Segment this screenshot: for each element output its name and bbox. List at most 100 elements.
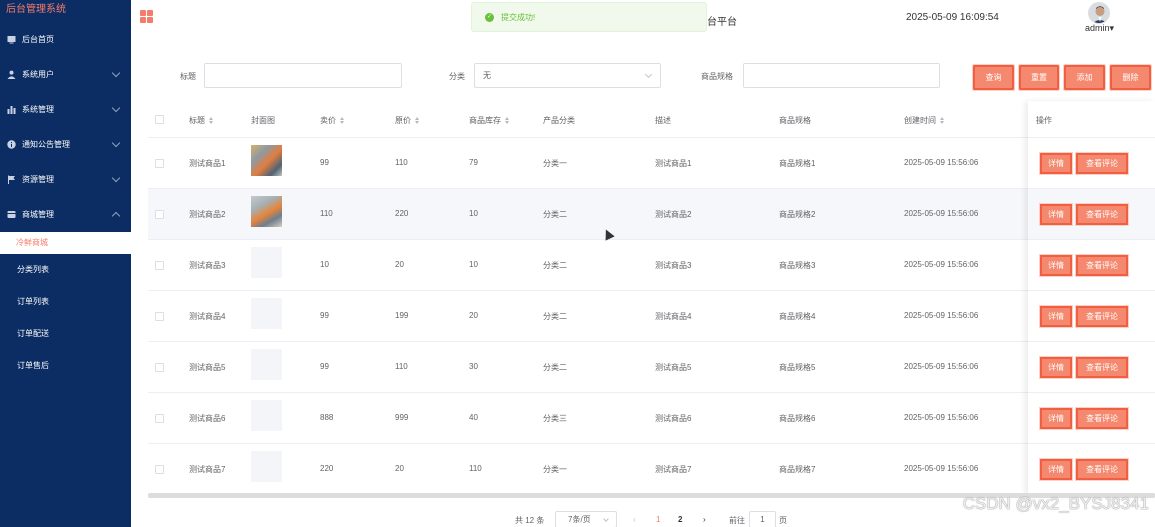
cell-category: 分类三 — [543, 414, 567, 423]
detail-button[interactable]: 详情 — [1039, 305, 1073, 328]
info-icon — [7, 140, 16, 149]
table-row[interactable]: 测试商品5 99 110 30 分类二 测试商品5 商品规格5 2025-05-09 15:5… — [148, 342, 1155, 393]
detail-button[interactable]: 详情 — [1039, 203, 1073, 226]
bar-chart-icon — [7, 105, 16, 114]
view-comments-button[interactable]: 查看评论 — [1075, 203, 1129, 226]
chevron-down-icon — [603, 516, 609, 522]
col-header-price[interactable]: 卖价 — [320, 115, 344, 126]
view-comments-button[interactable]: 查看评论 — [1075, 458, 1129, 481]
sidebar-item-system-users[interactable]: 系统用户 — [0, 57, 131, 92]
view-comments-button[interactable]: 查看评论 — [1075, 254, 1129, 277]
table-row[interactable]: 测试商品3 10 20 10 分类二 测试商品3 商品规格3 2025-05-09 15:56… — [148, 240, 1155, 291]
detail-button[interactable]: 详情 — [1039, 407, 1073, 430]
cell-price: 99 — [320, 311, 329, 320]
row-checkbox[interactable] — [155, 363, 164, 372]
sidebar-item-system-management[interactable]: 系统管理 — [0, 92, 131, 127]
table-row[interactable]: 测试商品6 888 999 40 分类三 测试商品6 商品规格6 2025-05-09 15:… — [148, 393, 1155, 444]
title-input[interactable] — [204, 63, 402, 88]
cover-image[interactable] — [251, 400, 282, 431]
submenu-item-order-list[interactable]: 订单列表 — [0, 286, 131, 318]
col-header-created[interactable]: 创建时间 — [904, 115, 944, 126]
cover-image[interactable] — [251, 451, 282, 482]
row-checkbox[interactable] — [155, 261, 164, 270]
page-1-button[interactable]: 1 — [656, 515, 660, 524]
view-comments-button[interactable]: 查看评论 — [1075, 407, 1129, 430]
row-checkbox[interactable] — [155, 414, 164, 423]
cover-image[interactable] — [251, 196, 282, 227]
success-toast: ✓ 提交成功! — [471, 2, 707, 32]
brand-title: 后台管理系统 — [6, 4, 66, 15]
sidebar-item-label: 资源管理 — [22, 175, 54, 184]
sort-icon[interactable] — [415, 117, 419, 124]
goto-suffix: 页 — [779, 516, 787, 525]
shop-icon — [7, 210, 16, 219]
sidebar-item-home[interactable]: 后台首页 — [0, 22, 131, 57]
submenu-item-order-delivery[interactable]: 订单配送 — [0, 318, 131, 350]
category-select[interactable]: 无 — [474, 63, 661, 88]
menu-grid-icon[interactable] — [140, 10, 153, 23]
avatar[interactable] — [1088, 2, 1110, 24]
row-checkbox[interactable] — [155, 210, 164, 219]
query-button[interactable]: 查询 — [972, 64, 1015, 91]
view-comments-button[interactable]: 查看评论 — [1075, 152, 1129, 175]
page-2-button[interactable]: 2 — [678, 515, 682, 524]
col-header-description: 描述 — [655, 116, 671, 125]
next-page-button[interactable]: › — [703, 515, 706, 524]
sort-icon[interactable] — [209, 117, 213, 124]
submenu-item-category-list[interactable]: 分类列表 — [0, 254, 131, 286]
delete-button[interactable]: 删除 — [1109, 64, 1152, 91]
detail-button[interactable]: 详情 — [1039, 152, 1073, 175]
col-header-spec: 商品规格 — [779, 116, 811, 125]
col-header-stock[interactable]: 商品库存 — [469, 115, 509, 126]
detail-button[interactable]: 详情 — [1039, 356, 1073, 379]
table-row[interactable]: 测试商品2 110 220 10 分类二 测试商品2 商品规格2 2025-05-09 15:… — [148, 189, 1155, 240]
cell-price: 220 — [320, 464, 334, 473]
select-all-checkbox[interactable] — [155, 115, 164, 124]
user-menu[interactable]: admin▾ — [1085, 23, 1114, 34]
submenu-item-fresh-mall[interactable]: 冷鲜商城 — [0, 232, 131, 254]
table-row[interactable]: 测试商品7 220 20 110 分类一 测试商品7 商品规格7 2025-05-09 15:… — [148, 444, 1155, 495]
cell-original-price: 20 — [395, 260, 404, 269]
cover-image[interactable] — [251, 247, 282, 278]
detail-button[interactable]: 详情 — [1039, 458, 1073, 481]
row-checkbox[interactable] — [155, 465, 164, 474]
cell-description: 测试商品5 — [655, 363, 692, 372]
sort-icon[interactable] — [505, 117, 509, 124]
cell-created: 2025-05-09 15:56:06 — [904, 311, 979, 320]
add-button[interactable]: 添加 — [1063, 64, 1106, 91]
cover-image[interactable] — [251, 145, 282, 176]
col-header-cover: 封面图 — [251, 116, 275, 125]
cover-image[interactable] — [251, 349, 282, 380]
toast-message: 提交成功! — [501, 12, 536, 22]
sidebar-item-shop-management[interactable]: 商城管理 — [0, 197, 131, 232]
detail-button[interactable]: 详情 — [1039, 254, 1073, 277]
spec-input[interactable] — [743, 63, 940, 88]
sidebar-item-notice-management[interactable]: 通知公告管理 — [0, 127, 131, 162]
cell-original-price: 999 — [395, 413, 409, 422]
spec-label: 商品规格 — [701, 72, 733, 81]
sidebar-item-resource-management[interactable]: 资源管理 — [0, 162, 131, 197]
col-header-original-price[interactable]: 原价 — [395, 115, 419, 126]
sort-icon[interactable] — [340, 117, 344, 124]
cover-image[interactable] — [251, 298, 282, 329]
table-row[interactable]: 测试商品1 99 110 79 分类一 测试商品1 商品规格1 2025-05-09 15:5… — [148, 138, 1155, 189]
cell-category: 分类二 — [543, 261, 567, 270]
row-checkbox[interactable] — [155, 159, 164, 168]
col-header-title[interactable]: 标题 — [189, 115, 213, 126]
prev-page-button[interactable]: ‹ — [633, 515, 636, 524]
row-checkbox[interactable] — [155, 312, 164, 321]
col-header-category: 产品分类 — [543, 116, 575, 125]
goto-label: 前往 — [729, 516, 745, 525]
submenu-item-after-sales[interactable]: 订单售后 — [0, 350, 131, 382]
cell-category: 分类二 — [543, 210, 567, 219]
cell-created: 2025-05-09 15:56:06 — [904, 464, 979, 473]
table-row[interactable]: 测试商品4 99 199 20 分类二 测试商品4 商品规格4 2025-05-09 15:5… — [148, 291, 1155, 342]
cell-created: 2025-05-09 15:56:06 — [904, 260, 979, 269]
page-size-select[interactable]: 7条/页 — [555, 511, 617, 527]
cell-category: 分类二 — [543, 363, 567, 372]
view-comments-button[interactable]: 查看评论 — [1075, 305, 1129, 328]
sort-icon[interactable] — [940, 117, 944, 124]
goto-page-input[interactable]: 1 — [749, 511, 776, 527]
reset-button[interactable]: 重置 — [1018, 64, 1060, 91]
view-comments-button[interactable]: 查看评论 — [1075, 356, 1129, 379]
